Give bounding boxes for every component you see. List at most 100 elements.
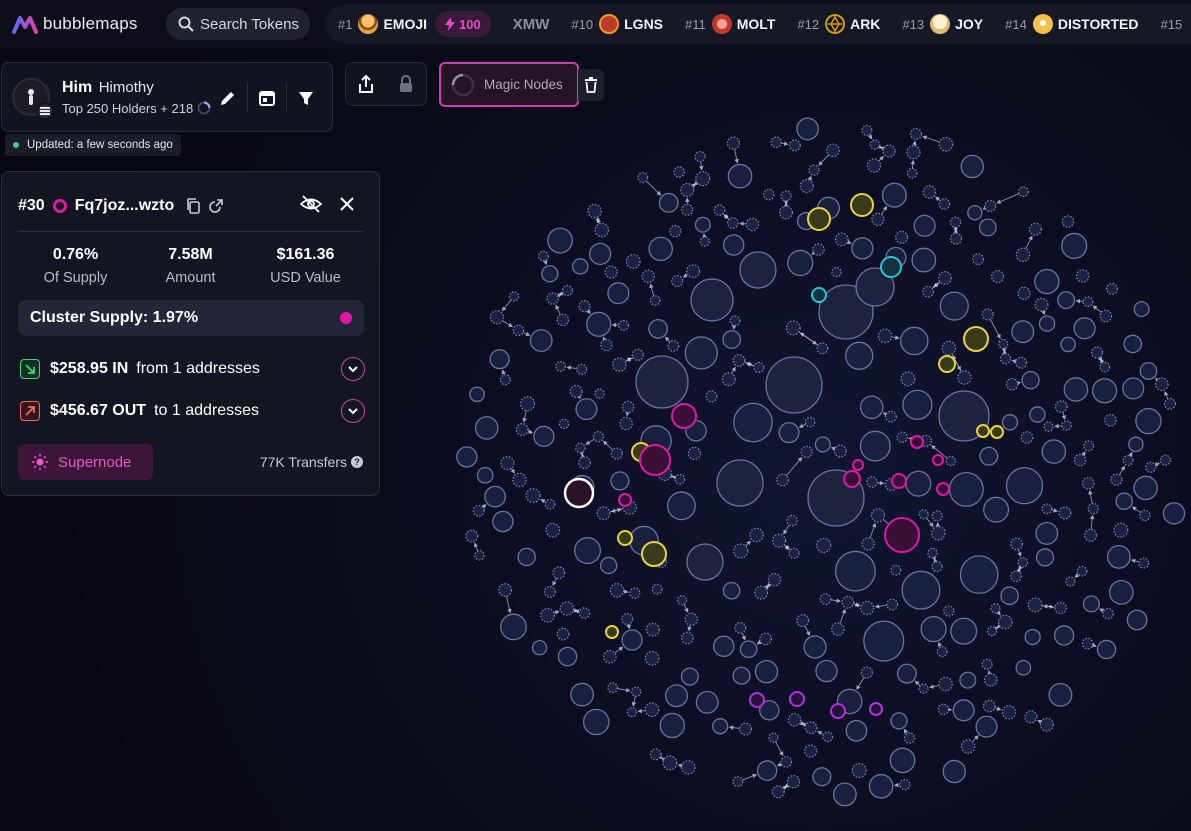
wallet-bubble[interactable] xyxy=(618,319,630,331)
wallet-bubble[interactable] xyxy=(680,631,694,645)
cluster-bubble-yellow[interactable] xyxy=(963,326,989,352)
wallet-bubble[interactable] xyxy=(734,621,747,634)
transfer-link[interactable] xyxy=(687,625,692,632)
wallet-bubble[interactable] xyxy=(931,510,943,522)
wallet-bubble[interactable] xyxy=(941,340,957,356)
wallet-bubble[interactable] xyxy=(1138,557,1150,569)
wallet-bubble[interactable] xyxy=(546,292,559,305)
cluster-bubble-purple[interactable] xyxy=(830,703,846,719)
wallet-bubble[interactable] xyxy=(722,581,741,600)
transfer-link[interactable] xyxy=(1025,235,1033,249)
wallet-bubble[interactable] xyxy=(787,713,802,727)
transfer-link[interactable] xyxy=(874,604,887,609)
transfer-link[interactable] xyxy=(882,412,888,417)
wallet-bubble[interactable] xyxy=(936,646,948,658)
wallet-bubble[interactable] xyxy=(877,328,893,344)
wallet-bubble[interactable] xyxy=(537,250,549,262)
wallet-bubble[interactable] xyxy=(1015,247,1031,262)
wallet-bubble[interactable] xyxy=(695,690,719,714)
wallet-bubble[interactable] xyxy=(759,632,772,646)
wallet-bubble[interactable] xyxy=(1024,710,1038,724)
transfer-link[interactable] xyxy=(728,725,740,730)
transfer-link[interactable] xyxy=(586,309,591,314)
transfer-link[interactable] xyxy=(506,596,512,614)
transfer-link[interactable] xyxy=(724,214,730,220)
wallet-bubble[interactable] xyxy=(895,230,909,244)
cluster-bubble-pink[interactable] xyxy=(618,493,632,507)
wallet-bubble[interactable] xyxy=(881,182,907,208)
transfer-link[interactable] xyxy=(731,366,736,374)
wallet-bubble[interactable] xyxy=(800,445,813,459)
wallet-bubble[interactable] xyxy=(476,466,494,484)
wallet-bubble[interactable] xyxy=(648,318,668,339)
wallet-bubble[interactable] xyxy=(770,136,782,149)
avatar[interactable] xyxy=(12,78,54,120)
wallet-bubble[interactable] xyxy=(626,707,637,718)
wallet-bubble[interactable] xyxy=(699,236,711,247)
wallet-bubble[interactable] xyxy=(796,614,810,628)
wallet-bubble[interactable] xyxy=(484,485,506,508)
wallet-bubble[interactable] xyxy=(555,360,566,372)
wallet-bubble[interactable] xyxy=(1010,570,1022,583)
transfer-link[interactable] xyxy=(573,608,579,613)
wallet-bubble[interactable] xyxy=(1108,580,1134,605)
copy-address-button[interactable] xyxy=(182,192,204,220)
share-button[interactable] xyxy=(352,70,380,98)
wallet-bubble[interactable] xyxy=(999,353,1012,365)
cluster-bubble-yellow[interactable] xyxy=(617,530,633,546)
cluster-bubble-purple[interactable] xyxy=(869,702,883,716)
cluster-bubble-pink[interactable] xyxy=(932,454,944,466)
wallet-bubble[interactable] xyxy=(756,760,778,781)
cluster-bubble-cyan[interactable] xyxy=(811,287,827,303)
wallet-bubble[interactable] xyxy=(1075,269,1090,283)
wallet-bubble[interactable] xyxy=(1001,705,1017,720)
wallet-bubble[interactable] xyxy=(1082,296,1094,308)
wallet-bubble[interactable] xyxy=(658,192,679,213)
wallet-bubble[interactable] xyxy=(1104,413,1117,427)
wallet-bubble[interactable] xyxy=(722,330,742,349)
wallet-bubble[interactable] xyxy=(901,570,941,610)
wallet-bubble[interactable] xyxy=(950,617,978,645)
transfer-link[interactable] xyxy=(581,453,586,459)
wallet-bubble[interactable] xyxy=(684,336,718,370)
wallet-bubble[interactable] xyxy=(712,718,729,735)
wallet-bubble[interactable] xyxy=(949,216,962,228)
transfer-link[interactable] xyxy=(555,304,561,315)
wallet-bubble[interactable] xyxy=(1081,637,1094,650)
wallet-bubble[interactable] xyxy=(687,446,701,461)
transfer-link[interactable] xyxy=(576,394,581,400)
wallet-bubble[interactable] xyxy=(832,782,857,807)
wallet-bubble[interactable] xyxy=(474,416,499,440)
wallet-bubble[interactable] xyxy=(1102,607,1114,620)
filter-button[interactable] xyxy=(292,84,320,112)
transfer-link[interactable] xyxy=(931,555,936,561)
wallet-bubble[interactable] xyxy=(1110,473,1123,486)
wallet-bubble[interactable] xyxy=(575,442,586,454)
wallet-bubble[interactable] xyxy=(986,625,998,637)
transfer-link[interactable] xyxy=(1130,558,1139,564)
wallet-bubble[interactable] xyxy=(1065,576,1076,587)
transfer-link[interactable] xyxy=(602,440,614,451)
transfer-link[interactable] xyxy=(756,640,762,645)
wallet-bubble[interactable] xyxy=(960,739,976,754)
wallet-bubble[interactable] xyxy=(1133,301,1150,318)
transfer-link[interactable] xyxy=(566,365,577,371)
transfer-link[interactable] xyxy=(766,582,772,588)
transfer-link[interactable] xyxy=(846,239,852,244)
wallet-bubble[interactable] xyxy=(1005,377,1019,391)
wallet-bubble[interactable] xyxy=(456,446,478,468)
wallet-bubble[interactable] xyxy=(868,773,894,799)
wallet-bubble[interactable] xyxy=(686,543,724,581)
wallet-bubble[interactable] xyxy=(771,785,785,799)
transfer-link[interactable] xyxy=(1002,349,1008,355)
wallet-bubble[interactable] xyxy=(1001,414,1019,431)
wallet-bubble[interactable] xyxy=(1054,400,1068,414)
wallet-bubble[interactable] xyxy=(939,291,969,321)
wallet-bubble[interactable] xyxy=(937,703,950,716)
wallet-bubble[interactable] xyxy=(571,258,589,275)
wallet-bubble[interactable] xyxy=(948,471,984,507)
wallet-bubble[interactable] xyxy=(754,585,769,600)
cluster-bubble-pink[interactable] xyxy=(936,482,950,496)
wallet-bubble[interactable] xyxy=(767,572,782,587)
wallet-bubble[interactable] xyxy=(733,402,773,443)
